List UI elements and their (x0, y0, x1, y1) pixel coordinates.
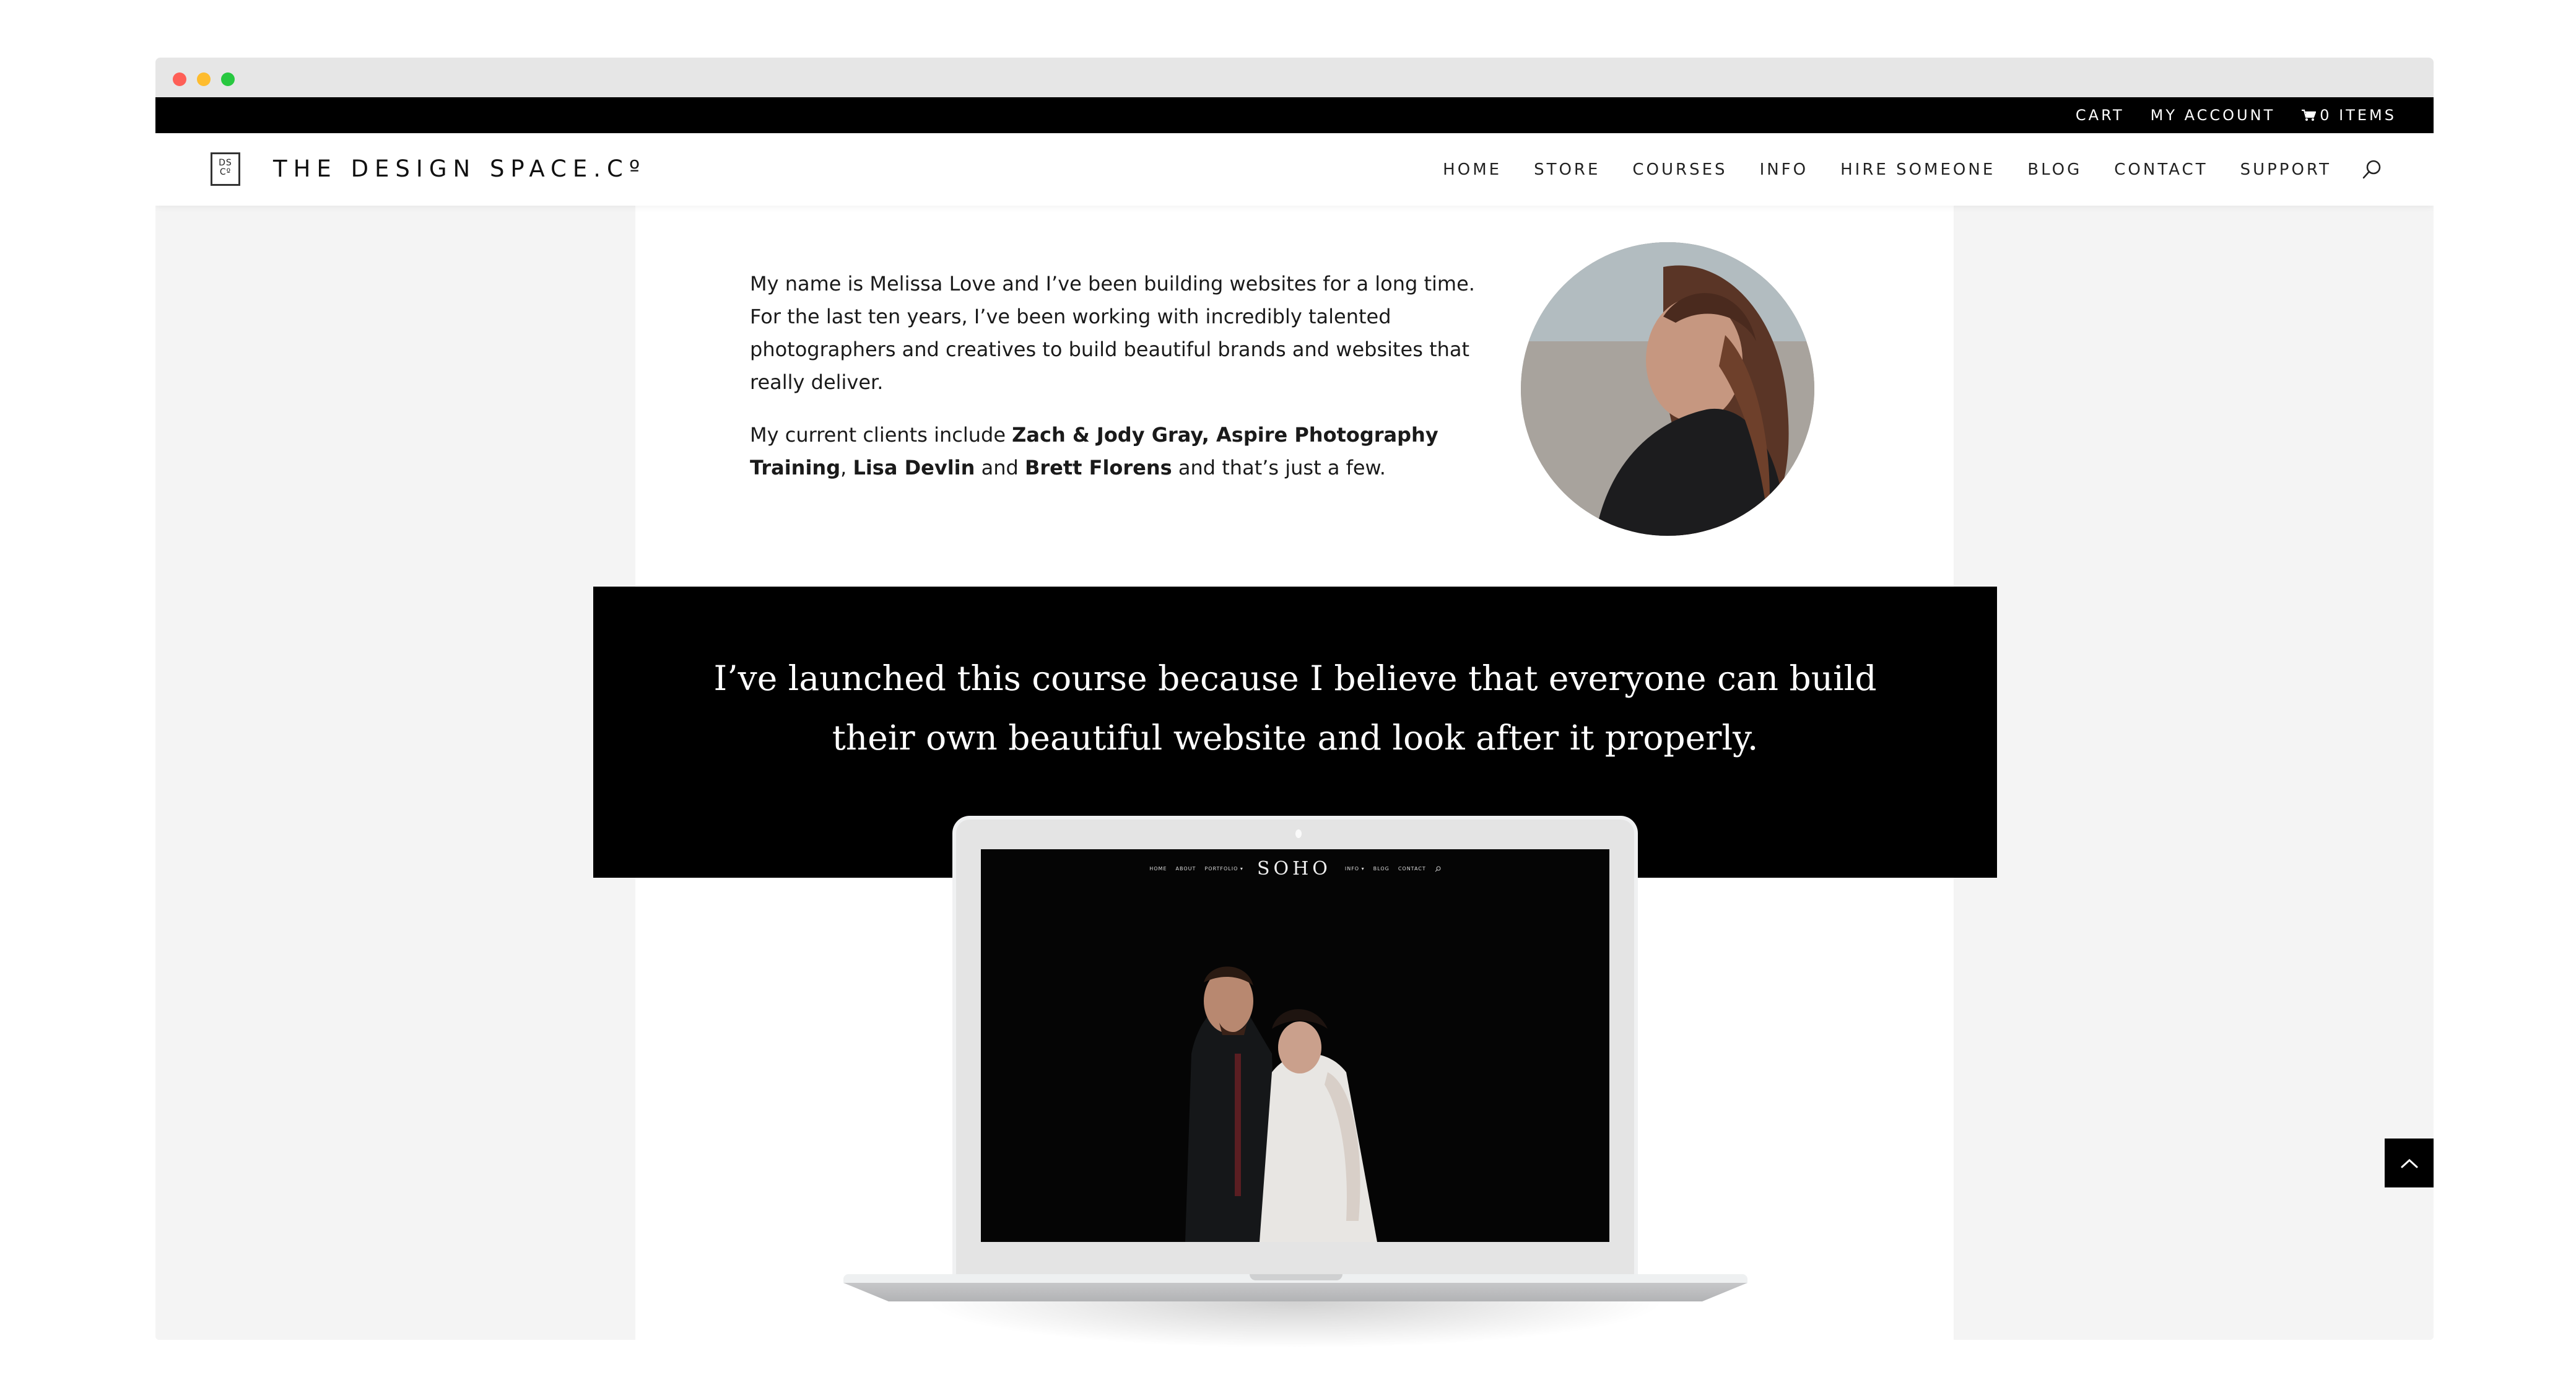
logo-mark-top: DS (219, 158, 232, 168)
clients-intro: My current clients include (750, 423, 1012, 447)
mockup-site-nav: HOME ABOUT PORTFOLIO ▾ SOHO INFO ▾ BLOG … (981, 858, 1609, 880)
client-name: Brett Florens (1024, 456, 1172, 479)
nav-contact[interactable]: CONTACT (2114, 160, 2208, 179)
nav-support[interactable]: SUPPORT (2240, 160, 2331, 179)
separator: , (840, 456, 853, 479)
laptop-shadow (924, 1301, 1667, 1348)
laptop-mockup: HOME ABOUT PORTFOLIO ▾ SOHO INFO ▾ BLOG … (843, 816, 1747, 1348)
nav-courses[interactable]: COURSES (1632, 160, 1727, 179)
my-account-link[interactable]: MY ACCOUNT (2151, 107, 2276, 124)
mockup-nav-item: BLOG (1373, 866, 1390, 872)
mockup-nav-item: INFO ▾ (1344, 866, 1365, 872)
bio-text: My name is Melissa Love and I’ve been bu… (750, 268, 1499, 504)
site-logo[interactable]: THE DESIGN SPACE.Cº (273, 152, 646, 186)
client-name: Lisa Devlin (853, 456, 975, 479)
laptop-screen: HOME ABOUT PORTFOLIO ▾ SOHO INFO ▾ BLOG … (981, 849, 1609, 1242)
quote-line-1: I’ve launched this course because I beli… (713, 658, 1877, 698)
main-nav: HOME STORE COURSES INFO HIRE SOMEONE BLO… (1411, 133, 2382, 206)
minimize-window-button[interactable] (197, 72, 211, 86)
cart-link[interactable]: CART (2076, 107, 2125, 124)
maximize-window-button[interactable] (221, 72, 235, 86)
nav-home[interactable]: HOME (1443, 160, 1502, 179)
nav-hire-someone[interactable]: HIRE SOMEONE (1840, 160, 1995, 179)
mockup-nav-item: ABOUT (1175, 866, 1196, 872)
search-icon[interactable] (2361, 159, 2382, 180)
laptop-lid: HOME ABOUT PORTFOLIO ▾ SOHO INFO ▾ BLOG … (952, 816, 1638, 1274)
close-window-button[interactable] (173, 72, 186, 86)
cart-items-link[interactable]: 0 ITEMS (2301, 107, 2396, 124)
cart-items-count: 0 ITEMS (2320, 107, 2396, 124)
bio-paragraph-2: My current clients include Zach & Jody G… (750, 419, 1499, 484)
chevron-up-icon (2401, 1158, 2417, 1168)
laptop-base (843, 1274, 1747, 1301)
author-portrait (1521, 242, 1814, 536)
bio-paragraph-1: My name is Melissa Love and I’ve been bu… (750, 272, 1475, 394)
mockup-search-icon (1435, 866, 1441, 872)
browser-titlebar (155, 58, 2434, 97)
clients-outro: and that’s just a few. (1172, 456, 1386, 479)
logo-mark[interactable]: DS Cº (211, 152, 240, 186)
nav-blog[interactable]: BLOG (2027, 160, 2082, 179)
laptop-notch (1250, 1274, 1342, 1280)
cart-icon (2302, 109, 2317, 121)
mockup-brand: SOHO (1256, 858, 1331, 880)
camera-icon (1295, 829, 1302, 838)
conjunction: and (975, 456, 1025, 479)
site-header: DS Cº THE DESIGN SPACE.Cº HOME STORE COU… (155, 133, 2434, 206)
couple-photo (981, 849, 1609, 1242)
nav-info[interactable]: INFO (1760, 160, 1809, 179)
mockup-nav-item: CONTACT (1398, 866, 1426, 872)
nav-store[interactable]: STORE (1534, 160, 1600, 179)
top-bar: CART MY ACCOUNT 0 ITEMS (155, 97, 2434, 133)
quote-text: I’ve launched this course because I beli… (593, 649, 1997, 767)
laptop-base-bottom (843, 1283, 1747, 1301)
mockup-nav-item: HOME (1149, 866, 1167, 872)
quote-line-2: their own beautiful website and look aft… (832, 718, 1759, 758)
mockup-nav-item: PORTFOLIO ▾ (1204, 866, 1243, 872)
scroll-to-top-button[interactable] (2385, 1139, 2434, 1187)
logo-mark-bottom: Cº (219, 167, 232, 177)
portrait-image (1521, 242, 1814, 536)
